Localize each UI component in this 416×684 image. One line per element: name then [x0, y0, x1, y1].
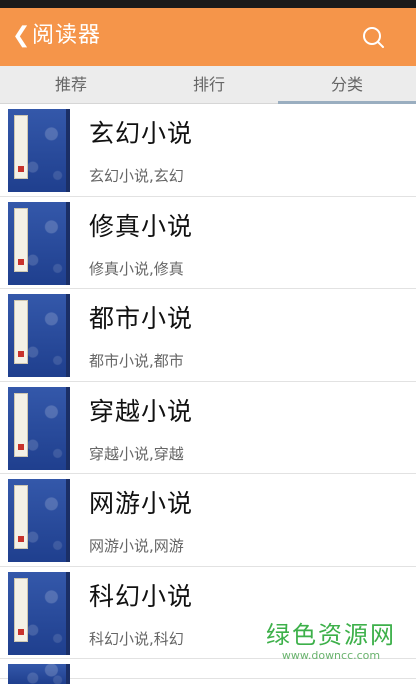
app-bar: ❮ 阅读器	[0, 8, 416, 66]
list-item[interactable]: 修真小说 修真小说,修真	[0, 196, 416, 289]
category-name: 网游小说	[89, 489, 194, 518]
book-cover	[8, 109, 70, 192]
category-name: 修真小说	[89, 211, 194, 241]
list-item[interactable]: 玄幻小说 玄幻小说,玄幻	[0, 104, 416, 197]
list-item[interactable]: 都市小说 都市小说,都市	[0, 289, 416, 382]
category-desc: 科幻小说,科幻	[89, 629, 184, 648]
tab-recommend[interactable]: 推荐	[2, 66, 140, 103]
list-item[interactable]	[0, 659, 416, 684]
list-item[interactable]: 网游小说 网游小说,网游	[0, 474, 416, 567]
category-name: 都市小说	[89, 304, 194, 333]
page-title: 阅读器	[32, 23, 102, 48]
category-desc: 玄幻小说,玄幻	[89, 167, 184, 185]
book-cover	[8, 479, 70, 562]
category-desc: 穿越小说,穿越	[89, 444, 184, 463]
book-cover	[8, 571, 70, 655]
category-desc: 都市小说,都市	[89, 352, 184, 370]
category-name: 科幻小说	[89, 581, 194, 611]
book-cover	[8, 386, 70, 470]
status-bar	[0, 0, 416, 8]
book-cover	[8, 294, 70, 377]
search-icon[interactable]	[362, 26, 384, 48]
back-icon[interactable]: ❮	[12, 24, 30, 48]
list-item[interactable]: 穿越小说 穿越小说,穿越	[0, 381, 416, 474]
category-name: 穿越小说	[89, 396, 194, 426]
category-desc: 修真小说,修真	[89, 259, 184, 278]
category-name: 玄幻小说	[89, 119, 194, 148]
tab-bar: 推荐 排行 分类	[0, 66, 416, 104]
tab-ranking[interactable]: 排行	[140, 66, 278, 103]
book-cover	[8, 201, 70, 285]
category-desc: 网游小说,网游	[89, 537, 184, 555]
list-item[interactable]: 科幻小说 科幻小说,科幻	[0, 566, 416, 659]
book-cover	[8, 664, 70, 684]
tab-category[interactable]: 分类	[278, 66, 416, 104]
category-list: 玄幻小说 玄幻小说,玄幻 修真小说 修真小说,修真 都市小说 都市小说,都市 穿…	[0, 104, 416, 684]
